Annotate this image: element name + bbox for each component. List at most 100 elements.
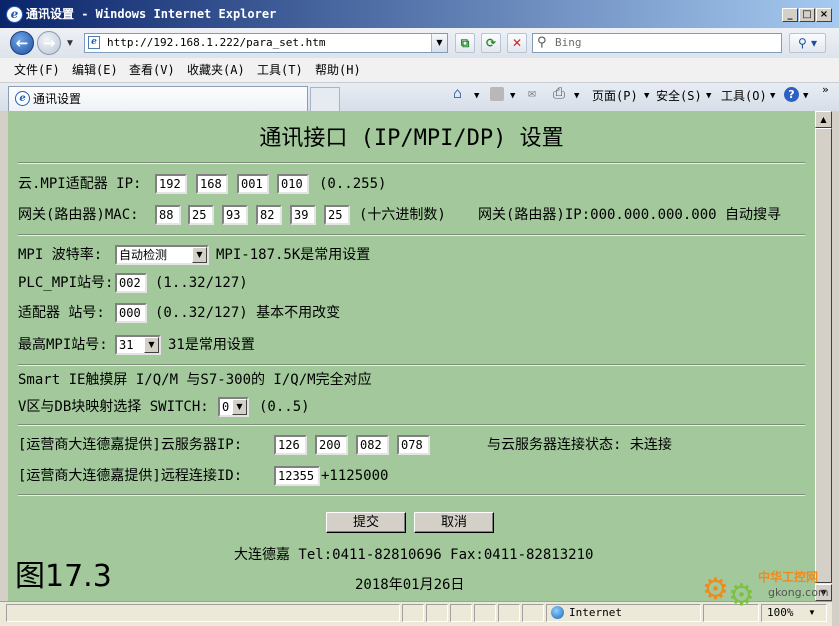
mac-byte-2[interactable]	[188, 205, 214, 225]
adapter-ip-octet-1[interactable]	[155, 174, 187, 194]
help-dropdown-icon[interactable]: ▼	[803, 89, 808, 103]
address-input[interactable]: e http://192.168.1.222/para_set.htm ▼	[84, 33, 448, 53]
mac-byte-4[interactable]	[256, 205, 282, 225]
compatibility-view-icon[interactable]: ⧉	[455, 33, 475, 53]
server-ip-octet-4[interactable]	[397, 435, 430, 455]
server-connection-status: 与云服务器连接状态: 未连接	[487, 437, 672, 453]
magnifier-icon: ⚲ ▾	[798, 36, 817, 50]
zoom-pane[interactable]: 100% ▼	[761, 604, 827, 622]
back-arrow-icon[interactable]: ←	[10, 31, 34, 55]
server-ip-octet-3[interactable]	[356, 435, 389, 455]
status-text-pane	[6, 604, 400, 622]
adapter-ip-label: 云.MPI适配器 IP:	[18, 176, 142, 192]
minimize-icon[interactable]: _	[782, 8, 798, 22]
status-pane	[498, 604, 520, 622]
chevron-down-icon[interactable]: ▼	[232, 399, 247, 415]
safety-dropdown-icon[interactable]: ▼	[706, 89, 711, 103]
chevron-down-icon[interactable]: ▼	[144, 337, 159, 353]
new-tab-button[interactable]	[310, 87, 340, 111]
menu-file[interactable]: 文件(F)	[14, 63, 60, 77]
recent-pages-chevron-icon[interactable]: ▼	[65, 37, 75, 51]
page-title: 通讯接口 (IP/MPI/DP) 设置	[259, 126, 564, 151]
menu-favorites[interactable]: 收藏夹(A)	[187, 63, 245, 77]
title-bar[interactable]: e 通讯设置 - Windows Internet Explorer _ □ ×	[0, 0, 839, 28]
home-dropdown-icon[interactable]: ▼	[474, 89, 479, 103]
page-menu[interactable]: 页面(P)	[592, 89, 638, 103]
security-zone-pane[interactable]: Internet	[546, 604, 701, 622]
tab-active[interactable]: e 通讯设置	[8, 86, 308, 111]
gateway-mac-label: 网关(路由器)MAC:	[18, 207, 139, 223]
print-icon[interactable]: ⎙	[553, 86, 565, 101]
address-dropdown-icon[interactable]: ▼	[431, 34, 447, 52]
mac-byte-5[interactable]	[290, 205, 316, 225]
adapter-ip-octet-2[interactable]	[196, 174, 228, 194]
globe-icon	[551, 606, 564, 619]
search-input[interactable]: ⚲ Bing	[532, 33, 782, 53]
tools-menu[interactable]: 工具(O)	[721, 89, 767, 103]
more-chevron-icon[interactable]: »	[822, 83, 829, 97]
remote-id-input[interactable]	[274, 466, 320, 486]
baud-hint: MPI-187.5K是常用设置	[216, 247, 371, 263]
home-icon[interactable]: ⌂	[453, 86, 462, 101]
maximize-icon[interactable]: □	[799, 8, 815, 22]
safety-menu[interactable]: 安全(S)	[656, 89, 702, 103]
plc-station-label: PLC_MPI站号:	[18, 275, 114, 291]
window-title: 通讯设置 - Windows Internet Explorer	[26, 7, 277, 21]
page-dropdown-icon[interactable]: ▼	[644, 89, 649, 103]
menu-tools[interactable]: 工具(T)	[257, 63, 303, 77]
divider	[18, 364, 805, 366]
adapter-ip-octet-3[interactable]	[237, 174, 269, 194]
ie-icon: e	[6, 6, 23, 23]
status-pane	[522, 604, 544, 622]
switch-select[interactable]: 0 ▼	[218, 397, 249, 417]
search-icon: ⚲	[537, 35, 547, 50]
tools-dropdown-icon[interactable]: ▼	[770, 89, 775, 103]
menu-help[interactable]: 帮助(H)	[315, 63, 361, 77]
refresh-icon[interactable]: ⟳	[481, 33, 501, 53]
divider	[18, 234, 805, 236]
vertical-scrollbar[interactable]: ▲ ▼	[815, 111, 832, 601]
help-icon[interactable]: ?	[784, 87, 799, 102]
divider	[18, 424, 805, 426]
scroll-up-icon[interactable]: ▲	[815, 111, 832, 128]
mail-icon[interactable]: ✉	[528, 87, 536, 101]
forward-arrow-icon[interactable]: →	[37, 31, 61, 55]
adapter-station-input[interactable]	[115, 303, 147, 323]
zoom-dropdown-icon[interactable]: ▼	[808, 607, 816, 619]
server-ip-octet-2[interactable]	[315, 435, 348, 455]
server-ip-octet-1[interactable]	[274, 435, 307, 455]
plc-station-hint: (1..32/127)	[155, 275, 248, 291]
menu-view[interactable]: 查看(V)	[129, 63, 175, 77]
feeds-icon[interactable]	[490, 87, 504, 101]
stop-icon[interactable]: ✕	[507, 33, 527, 53]
menu-edit[interactable]: 编辑(E)	[72, 63, 118, 77]
chevron-down-icon[interactable]: ▼	[192, 247, 207, 263]
adapter-ip-octet-4[interactable]	[277, 174, 309, 194]
smart-note: Smart IE触摸屏 I/Q/M 与S7-300的 I/Q/M完全对应	[18, 372, 372, 388]
submit-button[interactable]: 提交	[326, 512, 406, 533]
scroll-thumb[interactable]	[815, 128, 832, 583]
protected-mode-pane[interactable]	[703, 604, 759, 622]
max-station-hint: 31是常用设置	[168, 337, 255, 353]
mac-byte-1[interactable]	[155, 205, 181, 225]
status-pane	[402, 604, 424, 622]
search-button[interactable]: ⚲ ▾	[789, 33, 826, 53]
max-station-select[interactable]: 31 ▼	[115, 335, 161, 355]
mac-byte-3[interactable]	[222, 205, 248, 225]
mac-byte-6[interactable]	[324, 205, 350, 225]
cancel-button[interactable]: 取消	[414, 512, 494, 533]
plc-station-input[interactable]	[115, 273, 147, 293]
feeds-dropdown-icon[interactable]: ▼	[510, 89, 515, 103]
baud-select[interactable]: 自动检测 ▼	[115, 245, 209, 265]
max-station-selected: 31	[119, 338, 134, 352]
server-ip-label: [运营商大连德嘉提供]云服务器IP:	[18, 437, 243, 453]
close-icon[interactable]: ×	[816, 8, 832, 22]
print-dropdown-icon[interactable]: ▼	[574, 89, 579, 103]
adapter-station-hint: (0..32/127) 基本不用改变	[155, 305, 341, 321]
search-placeholder: Bing	[555, 36, 582, 49]
status-pane	[474, 604, 496, 622]
mac-hint: (十六进制数)	[359, 207, 446, 223]
remote-id-label: [运营商大连德嘉提供]远程连接ID:	[18, 468, 243, 484]
zoom-level: 100%	[767, 606, 794, 619]
scroll-down-icon[interactable]: ▼	[815, 584, 832, 601]
